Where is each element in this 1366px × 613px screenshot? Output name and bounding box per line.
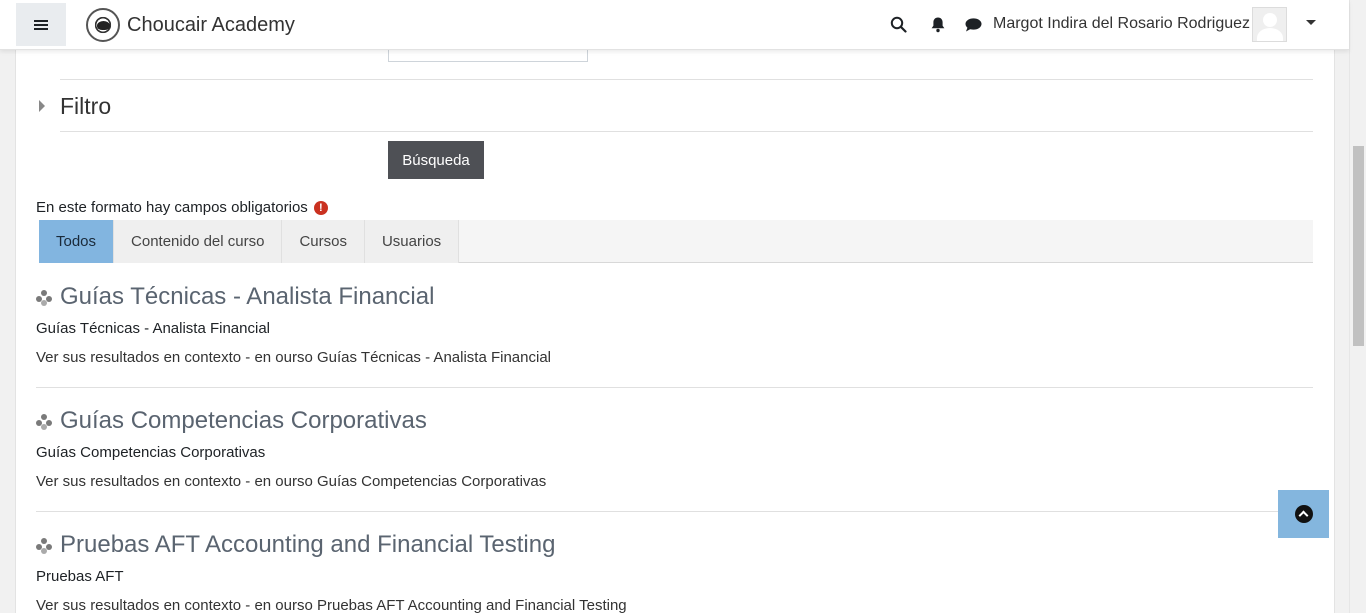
hamburger-icon (34, 19, 48, 31)
search-result: Pruebas AFT Accounting and Financial Tes… (36, 530, 1313, 613)
result-title-link[interactable]: Guías Técnicas - Analista Financial (60, 283, 434, 311)
course-icon (36, 538, 52, 554)
required-note-text: En este formato hay campos obligatorios (36, 199, 308, 216)
scrollbar-thumb[interactable] (1353, 146, 1364, 346)
divider (60, 131, 1313, 132)
result-context-link[interactable]: Ver sus resultados en contexto - en ours… (36, 473, 1313, 490)
site-name: Choucair Academy (127, 13, 295, 36)
divider (36, 387, 1313, 388)
result-summary: Pruebas AFT (36, 568, 124, 585)
search-result: Guías Técnicas - Analista Financial Guía… (36, 282, 1313, 366)
top-navbar: Choucair Academy Margot Indira del Rosar… (0, 0, 1349, 50)
result-summary: Guías Competencias Corporativas (36, 444, 266, 461)
back-to-top-button[interactable] (1278, 490, 1329, 538)
divider (60, 79, 1313, 80)
required-fields-note: En este formato hay campos obligatorios … (36, 199, 328, 216)
result-summary: Guías Técnicas - Analista Financial (36, 320, 271, 337)
result-title-link[interactable]: Guías Competencias Corporativas (60, 407, 427, 435)
site-logo (86, 8, 120, 42)
caret-down-icon[interactable] (1306, 20, 1316, 25)
chat-icon[interactable] (963, 14, 983, 34)
arrow-up-circle-icon (1294, 505, 1313, 523)
divider (36, 511, 1313, 512)
filter-section-title[interactable]: Filtro (60, 93, 111, 120)
search-button[interactable]: Búsqueda (388, 141, 484, 179)
tab-usuarios[interactable]: Usuarios (364, 220, 460, 263)
vertical-scrollbar[interactable] (1349, 0, 1366, 613)
hamburger-menu-button[interactable] (16, 3, 66, 46)
tab-todos[interactable]: Todos (39, 220, 115, 263)
search-area-tabs: Todos Contenido del curso Cursos Usuario… (39, 220, 1313, 263)
result-title-link[interactable]: Pruebas AFT Accounting and Financial Tes… (60, 531, 555, 559)
course-icon (36, 290, 52, 306)
result-context-link[interactable]: Ver sus resultados en contexto - en ours… (36, 597, 1313, 613)
course-icon (36, 414, 52, 430)
result-context-link[interactable]: Ver sus resultados en contexto - en ours… (36, 349, 1313, 366)
tab-cursos[interactable]: Cursos (282, 220, 365, 263)
site-brand-link[interactable]: Choucair Academy (86, 7, 295, 43)
search-result: Guías Competencias Corporativas Guías Co… (36, 406, 1313, 490)
tab-contenido-del-curso[interactable]: Contenido del curso (114, 220, 283, 263)
exclamation-circle-icon: ! (313, 200, 328, 215)
avatar[interactable] (1252, 7, 1287, 42)
search-icon[interactable] (888, 14, 908, 34)
user-menu-name[interactable]: Margot Indira del Rosario Rodriguez (993, 15, 1250, 33)
expand-caret-icon[interactable] (39, 100, 45, 112)
bell-icon[interactable] (928, 14, 948, 34)
